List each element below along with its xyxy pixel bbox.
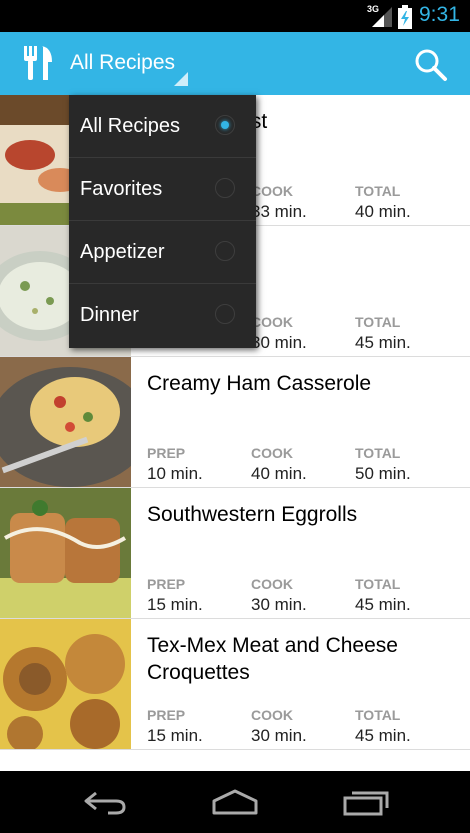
total-value: 50 min. (355, 464, 411, 483)
radio-unselected-icon[interactable] (215, 241, 235, 261)
cook-value: 30 min. (251, 726, 307, 745)
cook-label: COOK (251, 576, 293, 592)
recipe-row[interactable]: Southwestern Eggrolls PREP COOK TOTAL 15… (0, 488, 470, 619)
recipe-title: Southwestern Eggrolls (147, 503, 358, 526)
cook-value: 30 min. (251, 595, 307, 614)
cook-value: 40 min. (251, 464, 307, 483)
total-label: TOTAL (355, 707, 401, 723)
dropdown-item-favorites[interactable]: Favorites (69, 158, 256, 221)
total-label: TOTAL (355, 445, 401, 461)
prep-label: PREP (147, 576, 186, 592)
cook-value: 30 min. (251, 333, 307, 352)
recipe-title: Tex-Mex Meat and Cheese Croquettes (147, 634, 398, 684)
dropdown-item-label: Favorites (80, 178, 163, 200)
battery-icon (398, 5, 412, 29)
radio-unselected-icon[interactable] (215, 304, 235, 324)
cook-label: COOK (251, 314, 293, 330)
recipe-thumbnail (0, 357, 131, 487)
dropdown-item-dinner[interactable]: Dinner (69, 284, 256, 347)
prep-value: 15 min. (147, 726, 203, 745)
dropdown-item-label: All Recipes (80, 115, 181, 137)
total-label: TOTAL (355, 576, 401, 592)
recipe-thumbnail (0, 619, 131, 749)
cook-label: COOK (251, 707, 293, 723)
recent-apps-icon[interactable] (342, 787, 390, 817)
dropdown-item-label: Appetizer (80, 241, 165, 263)
fork-knife-icon[interactable] (22, 44, 54, 82)
search-icon[interactable] (414, 48, 448, 82)
recipe-filter-dropdown: All Recipes Favorites Appetizer Dinner (69, 95, 256, 348)
clock: 9:31 (419, 3, 460, 26)
prep-label: PREP (147, 445, 186, 461)
recipe-row[interactable]: Tex-Mex Meat and Cheese Croquettes PREP … (0, 619, 470, 750)
dropdown-item-appetizer[interactable]: Appetizer (69, 221, 256, 284)
cook-value: 33 min. (251, 202, 307, 221)
back-icon[interactable] (82, 787, 128, 817)
spinner-corner-icon (174, 72, 188, 86)
total-value: 40 min. (355, 202, 411, 221)
total-value: 45 min. (355, 726, 411, 745)
prep-value: 10 min. (147, 464, 203, 483)
cook-label: COOK (251, 183, 293, 199)
recipe-filter-spinner[interactable]: All Recipes (70, 51, 175, 75)
prep-label: PREP (147, 707, 186, 723)
total-label: TOTAL (355, 314, 401, 330)
dropdown-item-all-recipes[interactable]: All Recipes (69, 95, 256, 158)
status-bar: 3G 9:31 (0, 0, 470, 32)
cook-label: COOK (251, 445, 293, 461)
radio-selected-icon[interactable] (215, 115, 235, 135)
system-nav-bar (0, 771, 470, 833)
home-icon[interactable] (211, 787, 259, 817)
recipe-row[interactable]: Creamy Ham Casserole PREP COOK TOTAL 10 … (0, 357, 470, 488)
total-value: 45 min. (355, 595, 411, 614)
signal-icon (372, 7, 392, 27)
total-value: 45 min. (355, 333, 411, 352)
total-label: TOTAL (355, 183, 401, 199)
recipe-title: Creamy Ham Casserole (147, 372, 372, 395)
radio-unselected-icon[interactable] (215, 178, 235, 198)
action-bar: All Recipes (0, 32, 470, 95)
prep-value: 15 min. (147, 595, 203, 614)
dropdown-item-label: Dinner (80, 304, 139, 326)
recipe-thumbnail (0, 488, 131, 618)
